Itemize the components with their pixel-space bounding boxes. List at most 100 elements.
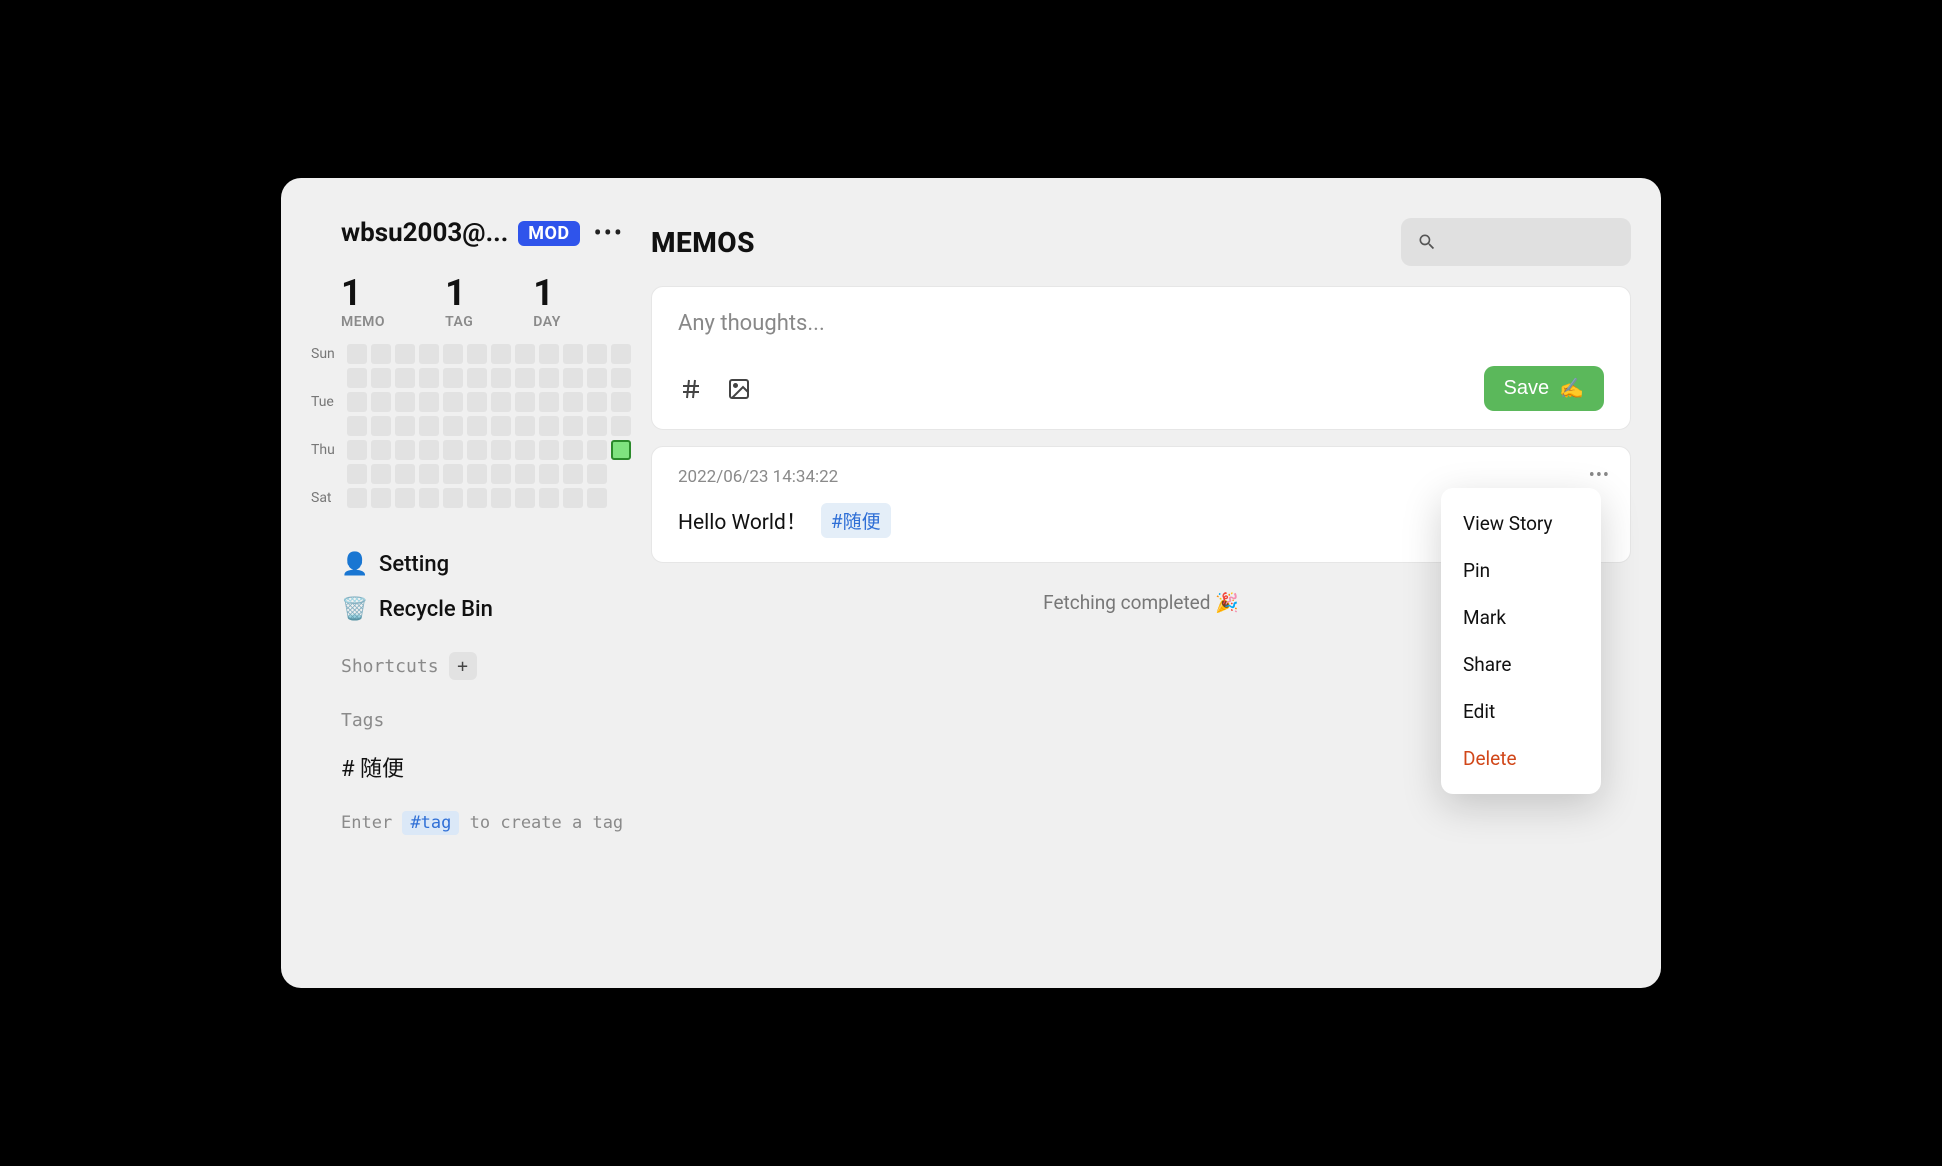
tags-section: Tags bbox=[311, 710, 631, 731]
heatmap-cell bbox=[395, 344, 415, 364]
heatmap-cell bbox=[347, 440, 367, 460]
heatmap-cell bbox=[467, 488, 487, 508]
heatmap-cell bbox=[443, 392, 463, 412]
menu-mark[interactable]: Mark bbox=[1441, 594, 1601, 641]
heatmap-cell bbox=[419, 344, 439, 364]
heatmap-cell bbox=[563, 416, 583, 436]
editor-card: Any thoughts... Save ✍️ bbox=[651, 286, 1631, 430]
shortcuts-section: Shortcuts + bbox=[311, 652, 631, 680]
menu-share[interactable]: Share bbox=[1441, 641, 1601, 688]
heatmap-cell bbox=[587, 344, 607, 364]
search-icon bbox=[1417, 232, 1437, 252]
heatmap-cell bbox=[467, 440, 487, 460]
heatmap-cell bbox=[563, 440, 583, 460]
tag-hint-after: to create a tag bbox=[470, 813, 624, 833]
heatmap-cell bbox=[371, 392, 391, 412]
heatmap-cell bbox=[515, 344, 535, 364]
memo-tag[interactable]: #随便 bbox=[821, 503, 891, 538]
shortcuts-title: Shortcuts bbox=[341, 656, 439, 677]
main-header: MEMOS bbox=[651, 218, 1631, 266]
heatmap-cell bbox=[611, 392, 631, 412]
heatmap-cell bbox=[611, 440, 631, 460]
heatmap-cell bbox=[419, 392, 439, 412]
heatmap-cell bbox=[395, 488, 415, 508]
stat-label: MEMO bbox=[341, 314, 385, 330]
day-label-blank bbox=[311, 464, 341, 484]
heatmap-cell bbox=[419, 488, 439, 508]
write-emoji-icon: ✍️ bbox=[1559, 376, 1584, 401]
heatmap-cell bbox=[515, 488, 535, 508]
heatmap-cell bbox=[587, 368, 607, 388]
heatmap-cell bbox=[491, 464, 511, 484]
heatmap-cell bbox=[587, 416, 607, 436]
editor-textarea[interactable]: Any thoughts... bbox=[678, 311, 1604, 336]
stat-label: DAY bbox=[533, 314, 561, 330]
heatmap-cell bbox=[371, 440, 391, 460]
stat-label: TAG bbox=[445, 314, 473, 330]
person-icon: 👤 bbox=[341, 552, 367, 577]
day-label-thu: Thu bbox=[311, 440, 341, 460]
heatmap-grid bbox=[347, 344, 631, 508]
menu-edit[interactable]: Edit bbox=[1441, 688, 1601, 735]
nav-setting[interactable]: 👤 Setting bbox=[341, 542, 631, 587]
heatmap-cell bbox=[539, 440, 559, 460]
heatmap-cell bbox=[395, 368, 415, 388]
heatmap-cell bbox=[611, 368, 631, 388]
heatmap-cell bbox=[587, 440, 607, 460]
heatmap-cell bbox=[347, 368, 367, 388]
heatmap-cell bbox=[443, 416, 463, 436]
heatmap-cell bbox=[467, 464, 487, 484]
tags-title: Tags bbox=[341, 710, 384, 731]
menu-delete[interactable]: Delete bbox=[1441, 735, 1601, 782]
image-icon[interactable] bbox=[726, 376, 752, 402]
user-menu-icon[interactable]: ••• bbox=[590, 219, 628, 247]
user-row: wbsu2003@... MOD ••• bbox=[311, 218, 631, 248]
hash-icon[interactable] bbox=[678, 376, 704, 402]
nav-setting-label: Setting bbox=[379, 552, 449, 577]
heatmap-cell bbox=[443, 440, 463, 460]
heatmap-cell bbox=[491, 344, 511, 364]
nav-recycle[interactable]: 🗑️ Recycle Bin bbox=[341, 587, 631, 632]
heatmap-cell bbox=[347, 416, 367, 436]
heatmap-cell bbox=[347, 488, 367, 508]
stats-row: 1 MEMO 1 TAG 1 DAY bbox=[311, 272, 631, 330]
heatmap-cell bbox=[491, 488, 511, 508]
heatmap-cell bbox=[563, 368, 583, 388]
add-shortcut-button[interactable]: + bbox=[449, 652, 477, 680]
heatmap-cell bbox=[443, 344, 463, 364]
stat-value: 1 bbox=[533, 272, 561, 314]
memo-more-icon[interactable]: ••• bbox=[1589, 465, 1610, 486]
heatmap-cell bbox=[515, 392, 535, 412]
heatmap-cell bbox=[395, 440, 415, 460]
menu-pin[interactable]: Pin bbox=[1441, 547, 1601, 594]
heatmap-cell bbox=[563, 464, 583, 484]
tag-item[interactable]: # 随便 bbox=[341, 745, 631, 789]
heatmap-cell bbox=[611, 416, 631, 436]
day-label-blank bbox=[311, 416, 341, 436]
save-button[interactable]: Save ✍️ bbox=[1484, 366, 1605, 411]
heatmap-cell bbox=[371, 464, 391, 484]
heatmap-cell bbox=[611, 344, 631, 364]
menu-view-story[interactable]: View Story bbox=[1441, 500, 1601, 547]
stat-tag: 1 TAG bbox=[445, 272, 473, 330]
memo-context-menu: View Story Pin Mark Share Edit Delete bbox=[1441, 488, 1601, 794]
heatmap-cell bbox=[419, 464, 439, 484]
heatmap-cell bbox=[539, 344, 559, 364]
heatmap-cell bbox=[467, 416, 487, 436]
heatmap-cell bbox=[467, 392, 487, 412]
memo-timestamp: 2022/06/23 14:34:22 bbox=[678, 467, 1604, 487]
heatmap-cell bbox=[347, 344, 367, 364]
editor-icons bbox=[678, 376, 752, 402]
heatmap-day-labels: Sun Tue Thu Sat bbox=[311, 344, 341, 508]
nav-items: 👤 Setting 🗑️ Recycle Bin bbox=[311, 542, 631, 632]
heatmap-cell bbox=[395, 392, 415, 412]
heatmap-cell bbox=[563, 488, 583, 508]
search-input[interactable] bbox=[1401, 218, 1631, 266]
heatmap-cell bbox=[539, 392, 559, 412]
heatmap-cell bbox=[587, 488, 607, 508]
nav-recycle-label: Recycle Bin bbox=[379, 597, 493, 622]
heatmap-cell bbox=[587, 392, 607, 412]
heatmap-cell bbox=[419, 368, 439, 388]
heatmap-cell bbox=[371, 416, 391, 436]
tag-hint-chip: #tag bbox=[402, 811, 459, 835]
